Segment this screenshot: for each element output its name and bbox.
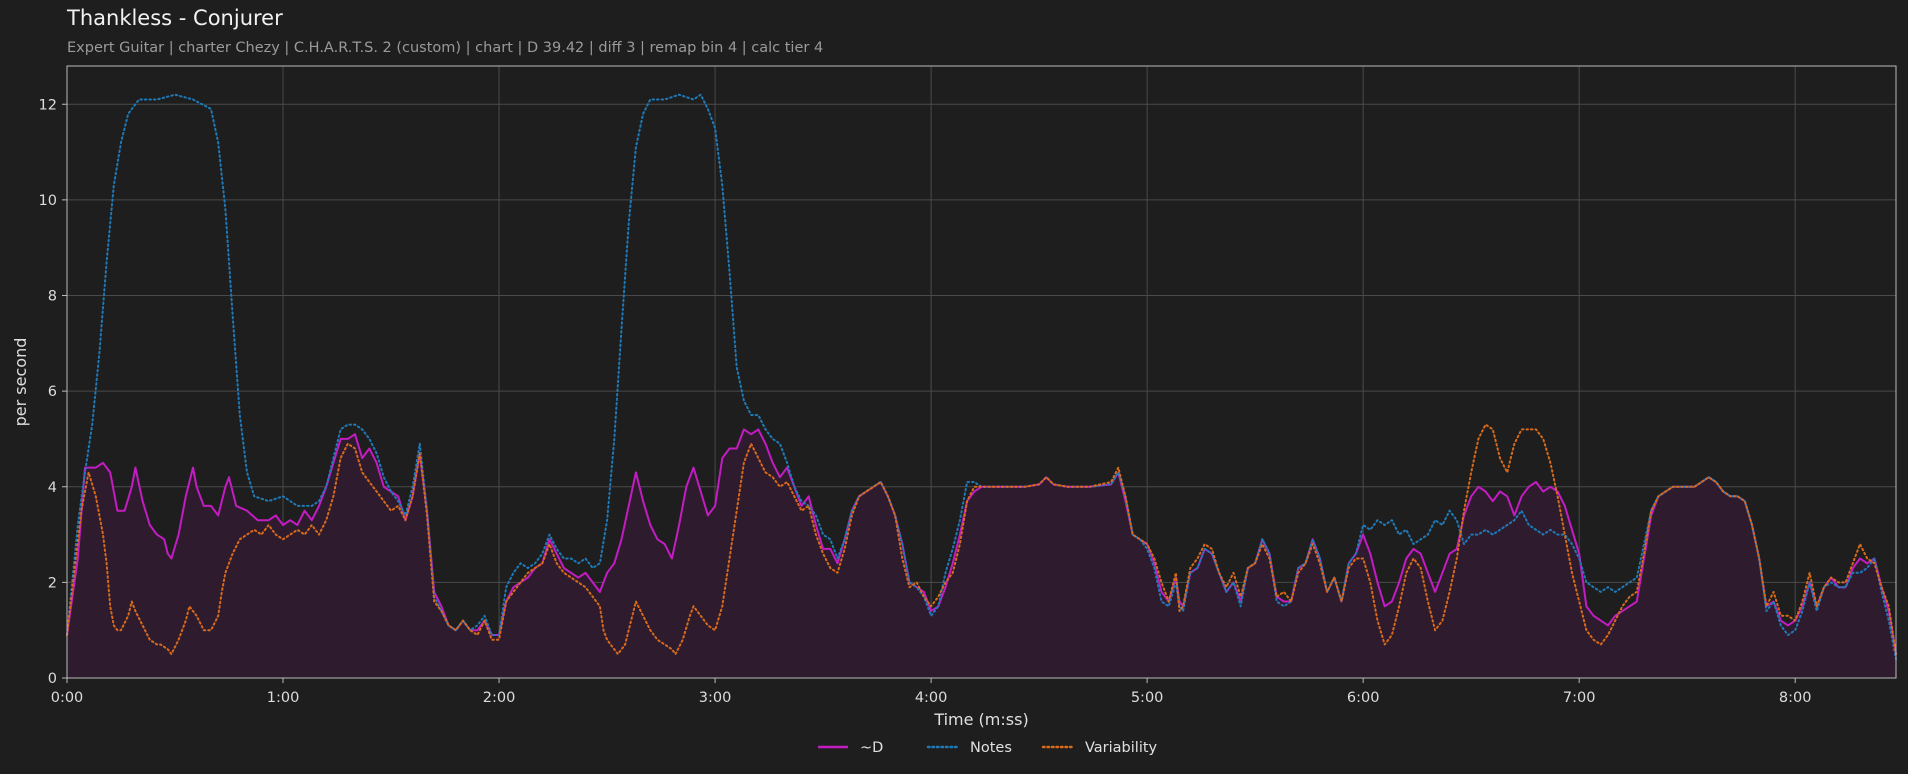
legend-label: Variability [1085, 740, 1158, 756]
y-tick-label: 12 [39, 97, 57, 113]
y-tick-label: 2 [48, 575, 57, 591]
y-tick-label: 0 [48, 671, 57, 687]
legend-item: Variability [1041, 740, 1158, 756]
line-chart: 0:00 1:00 2:00 3:00 4:00 5:00 6:00 7:00 8:00 0 2 4 6… [11, 65, 1897, 756]
y-tick-label: 10 [39, 193, 57, 209]
legend: ~D Notes Variability [818, 740, 1158, 756]
legend-label: ~D [860, 740, 883, 756]
x-tick-label: 4:00 [915, 690, 948, 706]
y-tick-label: 6 [48, 384, 57, 400]
legend-item: Notes [926, 740, 1012, 756]
legend-item: ~D [818, 740, 883, 756]
x-tick-label: 5:00 [1131, 690, 1164, 706]
series-area-fill [67, 429, 1896, 678]
y-axis-label: per second [11, 338, 30, 427]
x-tick-label: 0:00 [51, 690, 84, 706]
x-tick-label: 2:00 [483, 690, 516, 706]
x-axis-label: Time (m:ss) [933, 710, 1028, 729]
x-tick-label: 6:00 [1347, 690, 1380, 706]
x-tick-label: 1:00 [267, 690, 300, 706]
legend-label: Notes [970, 740, 1012, 756]
x-tick-label: 8:00 [1779, 690, 1812, 706]
y-tick-label: 4 [48, 480, 57, 496]
x-tick-label: 7:00 [1563, 690, 1596, 706]
area-fill [67, 429, 1896, 678]
x-tick-label: 3:00 [699, 690, 732, 706]
y-tick-label: 8 [48, 289, 57, 305]
